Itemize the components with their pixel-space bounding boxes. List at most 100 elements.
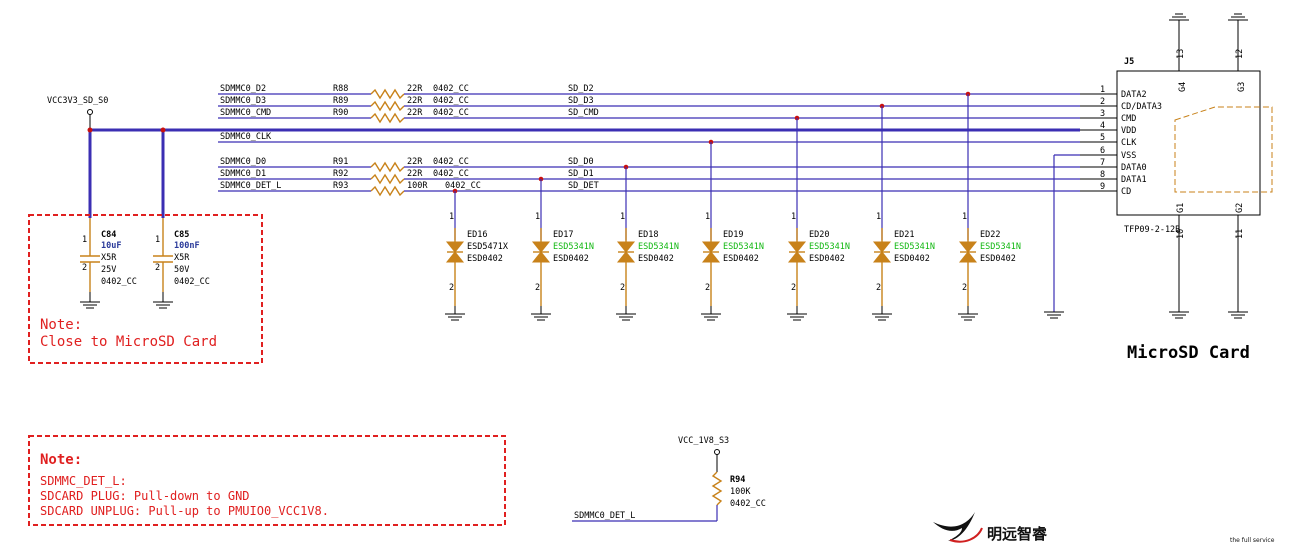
resistor-ref: R88 xyxy=(333,84,348,94)
note-box-decoupling: Note: Close to MicroSD Card xyxy=(28,214,263,364)
svg-text:1: 1 xyxy=(705,212,710,222)
pin-number: 6 xyxy=(1100,146,1105,156)
resistor-ref: R93 xyxy=(333,181,348,191)
net-cmd: SDMMC0_CMD R90 22R 0402_CC SD_CMD xyxy=(218,108,1080,124)
net-label-clk: SDMMC0_CLK xyxy=(220,132,272,142)
pin-number: 2 xyxy=(1100,97,1105,107)
esd-package: ESD0402 xyxy=(894,254,930,264)
pin-number: 8 xyxy=(1100,170,1105,180)
resistor-ref: R89 xyxy=(333,96,348,106)
esd-ed21[interactable]: 1 2 ED21 ESD5341N ESD0402 xyxy=(872,106,935,321)
pin-g4: G4 xyxy=(1178,82,1188,92)
resistor-value: 22R xyxy=(407,108,423,118)
esd-package: ESD0402 xyxy=(467,254,503,264)
svg-text:1: 1 xyxy=(155,235,160,245)
note1-body: Close to MicroSD Card xyxy=(40,334,217,350)
esd-part: ESD5341N xyxy=(723,242,764,252)
svg-text:2: 2 xyxy=(82,263,87,273)
net-label-d3: SDMMC0_D3 xyxy=(220,96,266,106)
pin-name: CD/DATA3 xyxy=(1121,102,1162,112)
esd-part: ESD5341N xyxy=(638,242,679,252)
esd-ed18[interactable]: 1 2 ED18 ESD5341N ESD0402 xyxy=(616,167,679,321)
note-box-detect: Note: SDMMC_DET_L: SDCARD PLUG: Pull-dow… xyxy=(28,435,506,526)
esd-ref: ED22 xyxy=(980,230,1000,240)
schematic: VCC3V3_SD_S0 C84 10uF X5R 25V 0402_CC 1 … xyxy=(28,13,1275,544)
c85-dielectric: X5R xyxy=(174,253,190,263)
r94-net: SDMMC0_DET_L xyxy=(574,511,635,521)
net-label-cmd: SDMMC0_CMD xyxy=(220,108,271,118)
resistor-value: 22R xyxy=(407,84,423,94)
svg-text:1: 1 xyxy=(82,235,87,245)
resistor-r93[interactable]: R93 100R 0402_CC xyxy=(333,181,481,197)
net-label-sd_d2: SD_D2 xyxy=(568,84,594,94)
cap-c85[interactable]: C85 100nF X5R 50V 0402_CC 1 2 xyxy=(153,218,210,309)
c84-ref: C84 xyxy=(101,230,116,240)
resistor-value: 22R xyxy=(407,96,423,106)
vcc3v3-rail: VCC3V3_SD_S0 xyxy=(47,96,1080,218)
pin-number: 1 xyxy=(1100,85,1105,95)
esd-ed16[interactable]: 1 2 ED16 ESD5471X ESD0402 xyxy=(445,191,509,321)
esd-ref: ED20 xyxy=(809,230,829,240)
vcc1v8-port xyxy=(714,449,720,455)
svg-text:1: 1 xyxy=(535,212,540,222)
svg-text:2: 2 xyxy=(449,283,454,293)
pin-11: 11 xyxy=(1235,229,1245,239)
vcc3v3-label: VCC3V3_SD_S0 xyxy=(47,96,108,106)
resistor-package: 0402_CC xyxy=(433,84,469,94)
resistor-ref: R92 xyxy=(333,169,348,179)
net-label-sd_cmd: SD_CMD xyxy=(568,108,599,118)
j5-ref: J5 xyxy=(1124,57,1134,67)
ground-icon xyxy=(1169,311,1248,319)
svg-text:1: 1 xyxy=(962,212,967,222)
esd-part: ESD5471X xyxy=(467,242,509,252)
esd-package: ESD0402 xyxy=(553,254,589,264)
pin-name: DATA2 xyxy=(1121,90,1147,100)
esd-ref: ED21 xyxy=(894,230,914,240)
c84-package: 0402_CC xyxy=(101,277,137,287)
esd-ed22[interactable]: 1 2 ED22 ESD5341N ESD0402 xyxy=(958,94,1021,321)
resistor-r90[interactable]: R90 22R 0402_CC xyxy=(333,108,469,124)
logo-text: 明远智睿 xyxy=(987,525,1048,543)
pin-g3: G3 xyxy=(1237,82,1247,92)
ground-icon xyxy=(1169,13,1248,21)
svg-text:1: 1 xyxy=(791,212,796,222)
note2-line-3: SDCARD UNPLUG: Pull-up to PMUIO0_VCC1V8. xyxy=(40,504,329,518)
esd-ed17[interactable]: 1 2 ED17 ESD5341N ESD0402 xyxy=(531,179,594,321)
resistor-r94[interactable]: VCC_1V8_S3 R94 100K 0402_CC SDMMC0_DET_L xyxy=(572,436,766,522)
pin-name: CLK xyxy=(1121,138,1137,148)
pin-name: DATA0 xyxy=(1121,163,1147,173)
net-label-sd_d0: SD_D0 xyxy=(568,157,594,167)
note1-title: Note: xyxy=(40,317,82,333)
pin-name: CD xyxy=(1121,187,1131,197)
pin-g1: G1 xyxy=(1176,203,1186,213)
esd-part: ESD5341N xyxy=(553,242,594,252)
logo-tagline: the full service xyxy=(1230,537,1275,544)
esd-package: ESD0402 xyxy=(723,254,759,264)
pin-number: 4 xyxy=(1100,121,1105,131)
net-label-sd_d1: SD_D1 xyxy=(568,169,594,179)
svg-text:2: 2 xyxy=(620,283,625,293)
esd-package: ESD0402 xyxy=(980,254,1016,264)
pin-name: VDD xyxy=(1121,126,1136,136)
c84-value: 10uF xyxy=(101,241,121,251)
resistor-ref: R90 xyxy=(333,108,348,118)
pin-number: 3 xyxy=(1100,109,1105,119)
pin-name: CMD xyxy=(1121,114,1136,124)
esd-part: ESD5341N xyxy=(894,242,935,252)
pin-g2: G2 xyxy=(1235,203,1245,213)
pin-number: 7 xyxy=(1100,158,1105,168)
note2-line-2: SDCARD PLUG: Pull-down to GND xyxy=(40,489,250,503)
c85-ref: C85 xyxy=(174,230,189,240)
esd-ed20[interactable]: 1 2 ED20 ESD5341N ESD0402 xyxy=(787,118,850,321)
net-det: SDMMC0_DET_L R93 100R 0402_CC SD_DET xyxy=(218,181,1080,197)
note2-title: Note: xyxy=(40,452,82,468)
pin-10: 10 xyxy=(1176,229,1186,239)
connector-j5[interactable]: J5 TFP09-2-12B 1 DATA2 2 CD/DATA3 3 CMD 4 VDD 5 C… xyxy=(1080,13,1273,319)
net-label-det: SDMMC0_DET_L xyxy=(220,181,281,191)
svg-text:2: 2 xyxy=(705,283,710,293)
resistor-value: 22R xyxy=(407,157,423,167)
resistor-value: 100R xyxy=(407,181,428,191)
esd-ed19[interactable]: 1 2 ED19 ESD5341N ESD0402 xyxy=(701,142,764,321)
c85-package: 0402_CC xyxy=(174,277,210,287)
cap-c84[interactable]: C84 10uF X5R 25V 0402_CC 1 2 xyxy=(80,218,137,309)
